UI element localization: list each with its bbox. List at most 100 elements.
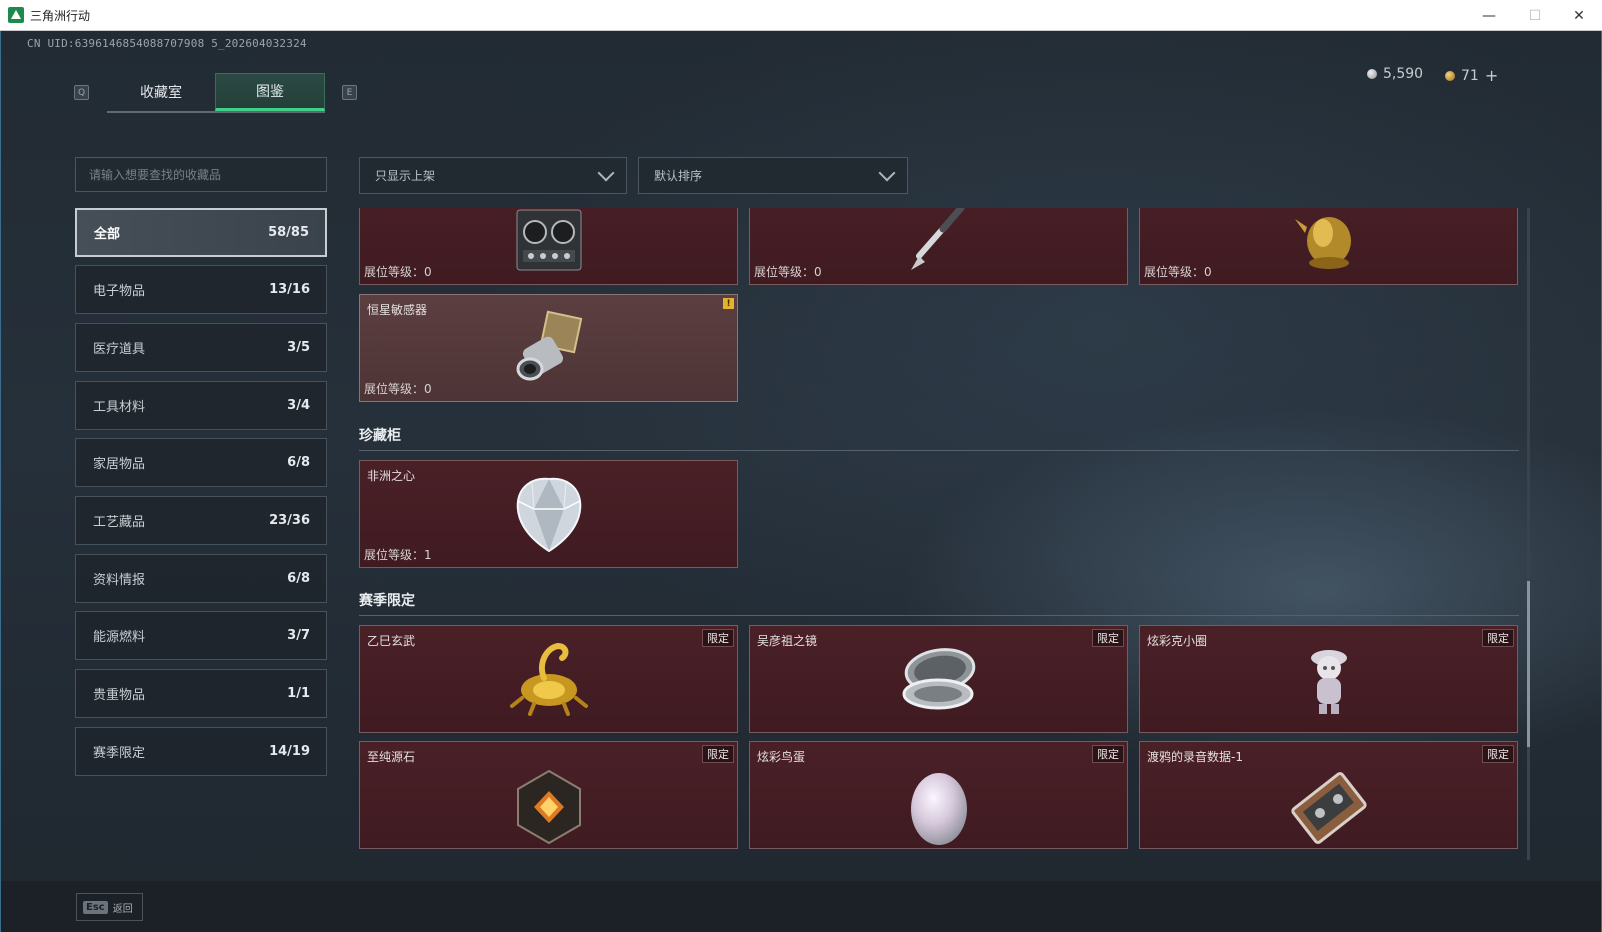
category-count: 58/85	[268, 225, 309, 240]
collection-card[interactable]: 展位等级：0	[359, 208, 738, 285]
figurine-icon	[1310, 650, 1347, 714]
category-count: 3/5	[287, 340, 310, 355]
category-label: 工艺藏品	[93, 515, 146, 530]
collection-card[interactable]: 展位等级：0	[749, 208, 1128, 285]
display-filter-value: 只显示上架	[375, 169, 436, 183]
category-label: 资料情报	[93, 573, 146, 588]
category-label: 贵重物品	[93, 688, 146, 703]
booth-level: 展位等级：0	[364, 382, 432, 396]
category-count: 3/7	[287, 628, 310, 643]
gold-amount: 71	[1461, 67, 1479, 84]
gold-currency: 71 +	[1445, 66, 1498, 85]
search-box[interactable]	[75, 157, 327, 192]
content-scrollbar[interactable]	[1527, 208, 1530, 860]
search-input[interactable]	[89, 167, 326, 182]
collection-card[interactable]: 展位等级：0	[1139, 208, 1518, 285]
item-name: 乙巳玄武	[367, 634, 416, 648]
silver-amount: 5,590	[1383, 66, 1424, 82]
category-season-limited[interactable]: 赛季限定 14/19	[75, 727, 327, 776]
top-tabs: 收藏室 图鉴	[107, 73, 325, 113]
category-intel[interactable]: 资料情报 6/8	[75, 554, 327, 603]
limited-badge: 限定	[702, 629, 734, 647]
section-title-cabinet: 珍藏柜	[359, 428, 401, 444]
collection-card[interactable]: 非洲之心 展位等级：1	[359, 460, 738, 568]
chevron-down-icon	[597, 164, 615, 181]
cassette-tape-icon	[1290, 771, 1367, 844]
collection-card[interactable]: 炫彩克小圈 限定	[1139, 625, 1518, 733]
category-label: 全部	[94, 227, 121, 242]
limited-badge: 限定	[1482, 629, 1514, 647]
collection-card[interactable]: 乙巳玄武 限定	[359, 625, 738, 733]
display-filter-dropdown[interactable]: 只显示上架	[359, 157, 627, 194]
back-label: 返回	[112, 903, 133, 915]
collection-grid: 展位等级：0 展位等级：0 展位等级：0 恒星敏感器 ! 展位等级：0 珍藏柜 …	[359, 208, 1519, 860]
sort-value: 默认排序	[654, 169, 703, 183]
category-label: 医疗道具	[93, 342, 146, 357]
category-label: 能源燃料	[93, 630, 146, 645]
sort-dropdown[interactable]: 默认排序	[638, 157, 908, 194]
silver-currency: 5,590	[1367, 66, 1423, 82]
section-title-season: 赛季限定	[359, 593, 415, 609]
next-tab-key-hint: E	[342, 85, 357, 100]
section-divider	[359, 615, 1519, 616]
chevron-down-icon	[878, 164, 896, 181]
bottom-bar	[1, 881, 1601, 932]
category-energy[interactable]: 能源燃料 3/7	[75, 611, 327, 660]
prev-tab-key-hint: Q	[74, 85, 89, 100]
source-stone-icon	[516, 769, 581, 844]
limited-badge: 限定	[702, 745, 734, 763]
category-count: 3/4	[287, 398, 310, 413]
gold-coin-icon	[1445, 70, 1455, 81]
category-label: 电子物品	[93, 284, 146, 299]
collection-card[interactable]: 炫彩鸟蛋 限定	[749, 741, 1128, 849]
scrollbar-thumb[interactable]	[1527, 581, 1530, 747]
category-crafts[interactable]: 工艺藏品 23/36	[75, 496, 327, 545]
item-name: 至纯源石	[367, 750, 416, 764]
category-all[interactable]: 全部 58/85	[75, 208, 327, 257]
category-count: 6/8	[287, 571, 310, 586]
category-household[interactable]: 家居物品 6/8	[75, 438, 327, 487]
user-uid: CN UID:6396146854088707908 5_20260403232…	[27, 37, 307, 50]
fountain-pen-icon	[910, 208, 964, 270]
category-medical[interactable]: 医疗道具 3/5	[75, 323, 327, 372]
back-button[interactable]: Esc 返回	[76, 893, 143, 921]
tab-codex[interactable]: 图鉴	[215, 73, 325, 111]
maximize-button[interactable]: ☐	[1512, 0, 1558, 31]
booth-level: 展位等级：1	[364, 548, 432, 562]
category-count: 13/16	[269, 282, 310, 297]
collection-card[interactable]: 渡鸦的录音数据-1 限定	[1139, 741, 1518, 849]
category-count: 1/1	[287, 686, 310, 701]
item-name: 渡鸦的录音数据-1	[1147, 750, 1243, 764]
star-sensor-icon	[516, 310, 582, 381]
window-titlebar: 三角洲行动 — ☐ ✕	[0, 0, 1602, 31]
item-name: 炫彩鸟蛋	[757, 750, 806, 764]
minimize-button[interactable]: —	[1466, 0, 1512, 31]
add-currency-button[interactable]: +	[1485, 66, 1498, 85]
item-name: 炫彩克小圈	[1147, 634, 1208, 648]
category-tools[interactable]: 工具材料 3/4	[75, 381, 327, 430]
tab-collection-room[interactable]: 收藏室	[107, 73, 215, 111]
collection-card[interactable]: 至纯源石 限定	[359, 741, 738, 849]
section-divider	[359, 450, 1519, 451]
app-logo-icon	[8, 7, 24, 23]
window-title: 三角洲行动	[30, 8, 91, 23]
collection-card[interactable]: 恒星敏感器 ! 展位等级：0	[359, 294, 738, 402]
item-name: 非洲之心	[367, 469, 416, 483]
limited-badge: 限定	[1092, 745, 1124, 763]
gold-dragon-icon	[509, 642, 588, 716]
diamond-heart-icon	[516, 477, 581, 553]
category-label: 赛季限定	[93, 746, 146, 761]
booth-level: 展位等级：0	[364, 265, 432, 279]
esc-key-hint: Esc	[83, 900, 108, 914]
item-name: 恒星敏感器	[367, 303, 428, 317]
compact-mirror-icon	[902, 648, 975, 710]
booth-level: 展位等级：0	[1144, 265, 1212, 279]
category-valuables[interactable]: 贵重物品 1/1	[75, 669, 327, 718]
game-window: CN UID:6396146854088707908 5_20260403232…	[0, 31, 1602, 932]
category-electronics[interactable]: 电子物品 13/16	[75, 265, 327, 314]
close-button[interactable]: ✕	[1556, 0, 1602, 31]
gold-statue-icon	[1294, 216, 1351, 269]
category-count: 23/36	[269, 513, 310, 528]
warning-icon: !	[723, 298, 734, 309]
collection-card[interactable]: 吴彦祖之镜 限定	[749, 625, 1128, 733]
